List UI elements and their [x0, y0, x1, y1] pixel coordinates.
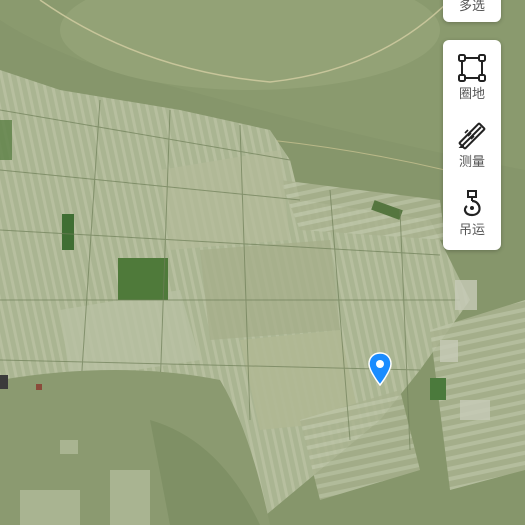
enclose-land-label: 圈地	[458, 86, 485, 102]
enclose-land-button[interactable]: 圈地	[443, 44, 501, 110]
measure-label: 测量	[458, 154, 485, 170]
multi-select-button[interactable]: 多选	[443, 0, 501, 22]
lift-transport-label: 吊运	[458, 222, 485, 238]
square-region-icon	[458, 53, 486, 82]
measure-button[interactable]: 测量	[443, 112, 501, 178]
map-tool-panel: 圈地 测量 吊运	[443, 40, 501, 250]
crane-hook-icon	[463, 189, 481, 216]
current-location-pin-icon[interactable]	[368, 352, 392, 386]
multi-select-label: 多选	[458, 0, 485, 14]
ruler-pencil-icon	[458, 122, 486, 149]
satellite-map[interactable]: 多选 圈地 测量 吊运	[0, 0, 525, 525]
lift-transport-button[interactable]: 吊运	[443, 180, 501, 246]
